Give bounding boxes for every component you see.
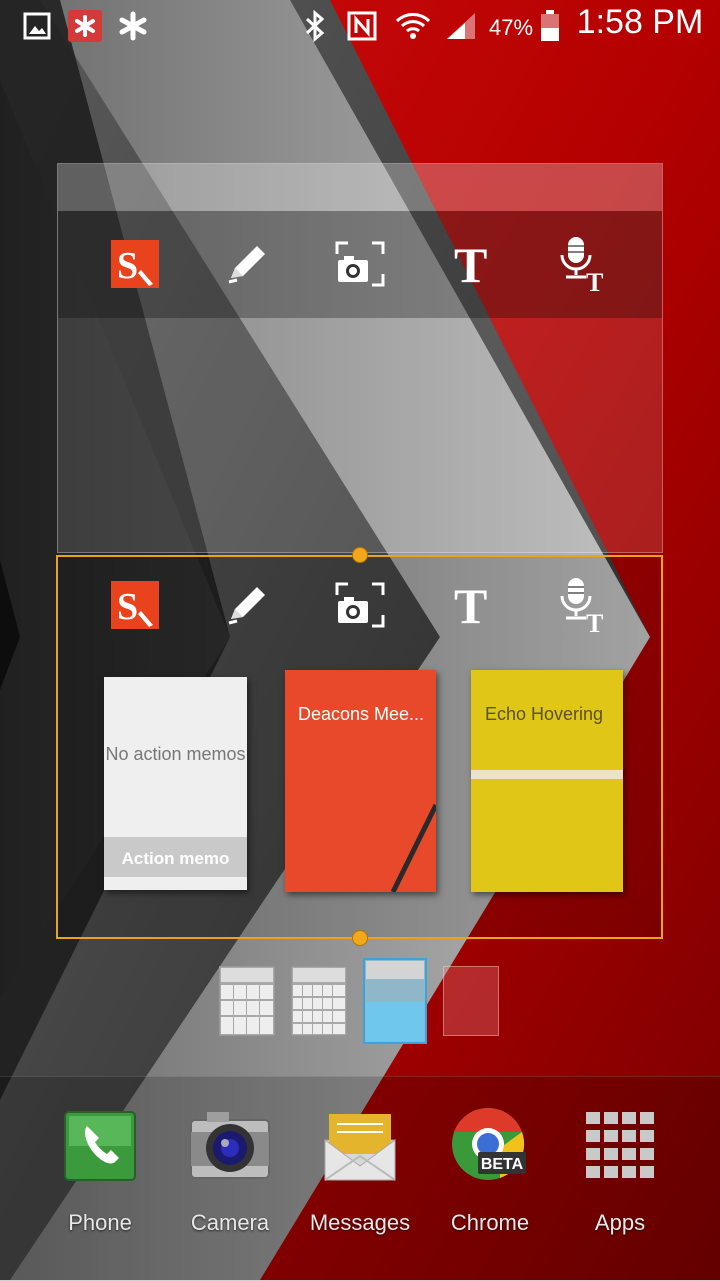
memo-card-deacons[interactable]: Deacons Mee...	[285, 670, 436, 892]
action-memo-label: Action memo	[104, 837, 247, 877]
snote-icon[interactable]: S	[105, 234, 165, 294]
memo-card-echo[interactable]: Echo Hovering	[471, 670, 623, 892]
dock-phone[interactable]: Phone	[40, 1110, 160, 1250]
phone-icon	[63, 1110, 137, 1187]
gallery-icon	[22, 10, 52, 42]
svg-text:S: S	[117, 245, 138, 287]
size-option-selected[interactable]	[363, 958, 427, 1044]
dock-messages[interactable]: Messages	[300, 1110, 420, 1250]
resize-handle-top[interactable]	[352, 547, 368, 563]
empty-memos-message: No action memos	[104, 743, 247, 765]
size-option-4x2[interactable]	[218, 965, 276, 1037]
svg-text:S: S	[117, 586, 138, 628]
bluetooth-icon	[302, 10, 328, 42]
status-bar: 47% 1:58 PM	[0, 0, 720, 52]
text-icon[interactable]: T	[442, 234, 502, 294]
svg-text:T: T	[586, 268, 603, 293]
battery-icon	[538, 10, 562, 42]
memo-stripe	[390, 803, 436, 892]
dock-label: Camera	[190, 1210, 270, 1235]
nfc-icon	[346, 10, 378, 42]
pen-icon[interactable]	[217, 234, 277, 294]
signal-icon	[444, 10, 478, 42]
resize-handle-bottom[interactable]	[352, 930, 368, 946]
screen-capture-icon[interactable]	[330, 575, 390, 635]
dock-label: Chrome	[450, 1210, 530, 1235]
dock-label: Messages	[309, 1210, 411, 1235]
empty-memos-text: No action memos	[105, 744, 246, 764]
memo-band	[471, 770, 623, 779]
voice-text-icon[interactable]: T	[555, 575, 615, 635]
app-notification-icon	[68, 10, 102, 42]
clock: 1:58 PM	[576, 2, 704, 41]
action-memo-widget-top[interactable]	[57, 163, 663, 553]
dock-chrome[interactable]: BETA Chrome	[430, 1108, 550, 1250]
battery-percent: 47%	[488, 15, 534, 40]
text-icon[interactable]: T	[442, 575, 502, 635]
apps-grid-icon	[584, 1110, 656, 1187]
voice-text-icon[interactable]: T	[555, 234, 615, 294]
dock-apps[interactable]: Apps	[560, 1110, 680, 1250]
chrome-icon: BETA	[450, 1108, 530, 1189]
widget-header-strip	[58, 164, 662, 211]
dock-label: Phone	[68, 1210, 132, 1235]
messages-icon	[323, 1110, 397, 1187]
pen-icon[interactable]	[217, 575, 277, 635]
screen-capture-icon[interactable]	[330, 234, 390, 294]
size-option-empty[interactable]	[443, 966, 499, 1036]
memo-title: Echo Hovering	[485, 704, 604, 724]
camera-icon	[189, 1110, 271, 1185]
snote-icon[interactable]: S	[105, 575, 165, 635]
dock-label: Apps	[594, 1210, 646, 1235]
asterisk-icon	[116, 10, 150, 42]
dock-camera[interactable]: Camera	[170, 1110, 290, 1250]
size-option-4x4[interactable]	[290, 965, 348, 1037]
wifi-icon	[394, 10, 432, 42]
memo-card-empty[interactable]: No action memos Action memo	[104, 677, 247, 890]
beta-badge: BETA	[481, 1156, 524, 1173]
svg-text:T: T	[454, 581, 487, 629]
svg-text:T: T	[586, 609, 603, 634]
svg-text:T: T	[454, 240, 487, 288]
